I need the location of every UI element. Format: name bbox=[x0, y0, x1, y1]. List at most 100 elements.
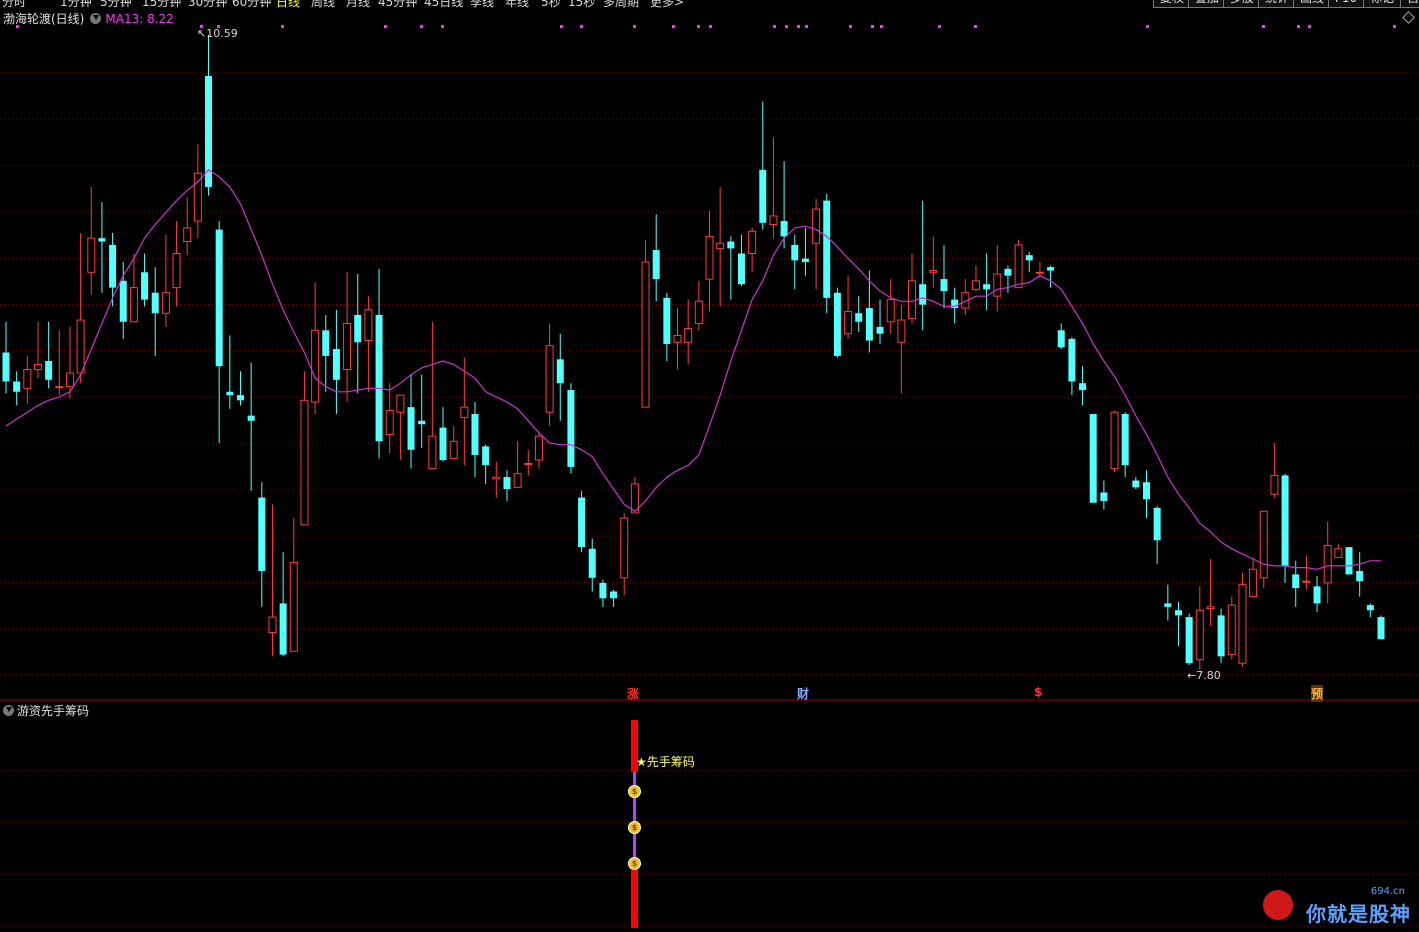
candle-body bbox=[801, 258, 809, 263]
event-marker-dollar[interactable]: $ bbox=[1034, 685, 1042, 699]
candle-body bbox=[300, 399, 309, 526]
candle-body bbox=[641, 261, 650, 408]
signal-dot bbox=[938, 25, 941, 28]
candle-body bbox=[940, 279, 948, 292]
period-tab[interactable]: 5分钟 bbox=[100, 0, 132, 8]
period-tab[interactable]: 年线 bbox=[505, 0, 529, 8]
candle-body bbox=[45, 361, 53, 380]
overlay-button[interactable]: 叠加 bbox=[1188, 0, 1227, 8]
candle-body bbox=[1195, 609, 1204, 661]
candle-body bbox=[1292, 574, 1300, 589]
candle-body bbox=[876, 326, 884, 334]
candle-body bbox=[172, 252, 181, 289]
candle-body bbox=[87, 237, 96, 273]
period-tab[interactable]: 1分钟 bbox=[60, 0, 92, 8]
candle-body bbox=[1345, 547, 1353, 575]
candle-body bbox=[33, 363, 42, 371]
statistics-button[interactable]: 统计 bbox=[1258, 0, 1297, 8]
candle-body bbox=[1227, 604, 1236, 656]
more-tab[interactable]: 更多> bbox=[650, 0, 684, 8]
candle-body bbox=[471, 413, 479, 455]
candle-body bbox=[1259, 510, 1268, 579]
candle-body bbox=[865, 308, 873, 341]
event-marker-limit-up[interactable]: 涨 bbox=[627, 685, 639, 702]
event-marker-finance[interactable]: 财 bbox=[797, 685, 809, 702]
signal-dot bbox=[560, 25, 563, 28]
candle-body bbox=[556, 359, 564, 384]
signal-dot bbox=[974, 25, 977, 28]
period-tab-daily[interactable]: 日线 bbox=[276, 0, 300, 8]
candle-body bbox=[578, 497, 586, 548]
signal-dot bbox=[384, 25, 387, 28]
period-tab[interactable]: 60分钟 bbox=[232, 0, 271, 8]
candle-body bbox=[482, 446, 490, 466]
period-tab[interactable]: 15分钟 bbox=[142, 0, 181, 8]
candle-body bbox=[886, 299, 895, 323]
candle-body bbox=[599, 582, 607, 599]
signal-dot bbox=[672, 25, 675, 28]
candle-body bbox=[983, 284, 991, 290]
signal-dot bbox=[1297, 25, 1300, 28]
candle-body bbox=[279, 603, 287, 655]
mark-button[interactable]: 标记 bbox=[1363, 0, 1402, 8]
candle-body bbox=[55, 386, 64, 389]
f10-button[interactable]: F10 bbox=[1328, 0, 1365, 8]
period-tab[interactable]: 45日线 bbox=[424, 0, 463, 8]
signal-dot bbox=[709, 25, 712, 28]
candle-body bbox=[1153, 507, 1161, 541]
draw-line-button[interactable]: 画线 bbox=[1293, 0, 1332, 8]
candle-body bbox=[13, 381, 21, 392]
period-tab[interactable]: 45分钟 bbox=[378, 0, 417, 8]
period-tab[interactable]: 季线 bbox=[470, 0, 494, 8]
signal-dot bbox=[1146, 25, 1149, 28]
candle-body bbox=[193, 172, 202, 222]
candle-body bbox=[364, 309, 373, 342]
candle-body bbox=[289, 561, 298, 652]
candle-body bbox=[759, 169, 767, 223]
signal-dot bbox=[773, 25, 776, 28]
candle-body bbox=[1025, 255, 1033, 261]
candle-body bbox=[449, 440, 458, 459]
candle-body bbox=[247, 415, 255, 421]
candle-body bbox=[1110, 411, 1119, 470]
money-bag-icon: $ bbox=[628, 821, 641, 834]
candle-body bbox=[684, 328, 693, 343]
period-tab[interactable]: 5秒 bbox=[541, 0, 561, 8]
period-tab[interactable]: 月线 bbox=[346, 0, 370, 8]
candle-body bbox=[98, 238, 106, 242]
candle-body bbox=[1132, 480, 1140, 488]
candle-body bbox=[236, 395, 244, 401]
candle-body bbox=[1100, 492, 1108, 502]
period-tab[interactable]: 周线 bbox=[311, 0, 335, 8]
candle-body bbox=[492, 476, 501, 480]
multi-stock-button[interactable]: 多股 bbox=[1223, 0, 1262, 8]
candle-body bbox=[109, 244, 117, 288]
event-marker-forecast[interactable]: 预 bbox=[1311, 685, 1324, 702]
period-tab[interactable]: 30分钟 bbox=[188, 0, 227, 8]
self-button[interactable]: 自 bbox=[1400, 0, 1419, 8]
candle-body bbox=[141, 272, 149, 300]
signal-dot bbox=[420, 25, 423, 28]
candle-body bbox=[1089, 413, 1097, 503]
kline-chart[interactable] bbox=[0, 0, 1419, 932]
period-tab[interactable]: 15秒 bbox=[568, 0, 595, 8]
period-tab[interactable]: 分时 bbox=[2, 0, 26, 8]
dropdown-circle-icon[interactable] bbox=[90, 13, 102, 24]
signal-dot bbox=[633, 25, 636, 28]
signal-dot bbox=[849, 25, 852, 28]
candle-body bbox=[545, 345, 554, 413]
candle-body bbox=[407, 407, 415, 450]
candle-body bbox=[396, 394, 405, 413]
high-price-label: ↖10.59 bbox=[197, 27, 238, 40]
period-tab[interactable]: 多周期 bbox=[603, 0, 639, 8]
signal-dot bbox=[580, 25, 583, 28]
candle-body bbox=[1164, 603, 1172, 607]
candle-body bbox=[322, 330, 330, 356]
candle-body bbox=[1079, 383, 1087, 391]
candle-body bbox=[780, 221, 788, 237]
restore-rights-button[interactable]: 复权 bbox=[1153, 0, 1192, 8]
candle-body bbox=[226, 391, 234, 396]
dropdown-circle-icon[interactable] bbox=[3, 705, 14, 716]
watermark-text: 你就是股神 bbox=[1306, 902, 1411, 926]
candle-body bbox=[258, 497, 266, 571]
